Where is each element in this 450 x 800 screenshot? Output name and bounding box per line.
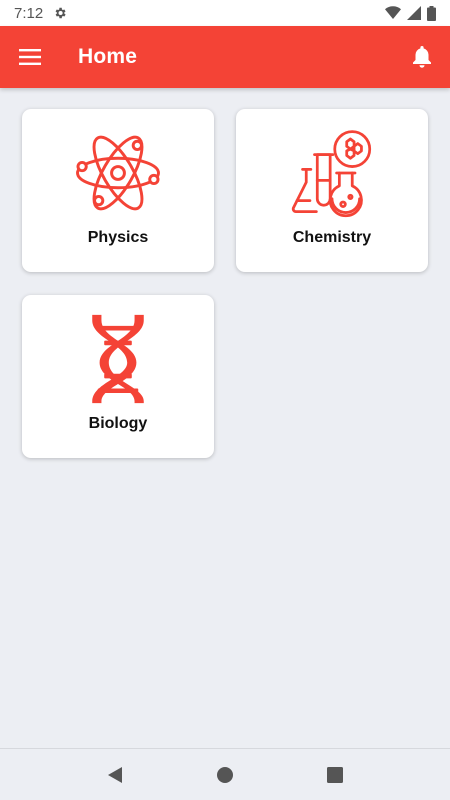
subject-card-chemistry[interactable]: Chemistry — [236, 109, 428, 272]
recents-icon — [327, 766, 343, 783]
back-icon — [108, 766, 122, 783]
menu-icon — [19, 49, 41, 65]
menu-button[interactable] — [0, 26, 60, 88]
subject-label: Biology — [88, 415, 148, 432]
status-bar: 7:12 — [0, 0, 450, 26]
app-bar: Home — [0, 26, 450, 88]
page-title: Home — [78, 45, 138, 68]
subjects-grid: Physics Chemistry Biology — [22, 109, 429, 458]
atom-icon — [70, 125, 166, 221]
subject-label: Physics — [87, 229, 149, 246]
signal-icon — [407, 6, 421, 20]
status-icons — [385, 5, 436, 21]
dna-icon — [70, 311, 166, 407]
recents-button[interactable] — [315, 755, 355, 795]
flask-icon — [284, 125, 380, 221]
bell-icon — [413, 46, 431, 68]
status-time: 7:12 — [14, 4, 44, 22]
battery-icon — [427, 5, 436, 21]
subject-card-biology[interactable]: Biology — [22, 295, 214, 458]
subject-label: Chemistry — [292, 229, 372, 246]
back-button[interactable] — [95, 755, 135, 795]
settings-icon — [55, 7, 66, 19]
system-nav-bar — [0, 748, 450, 800]
home-button[interactable] — [205, 755, 245, 795]
wifi-icon — [385, 6, 401, 19]
notifications-button[interactable] — [394, 26, 450, 88]
home-icon — [217, 766, 233, 783]
subject-card-physics[interactable]: Physics — [22, 109, 214, 272]
